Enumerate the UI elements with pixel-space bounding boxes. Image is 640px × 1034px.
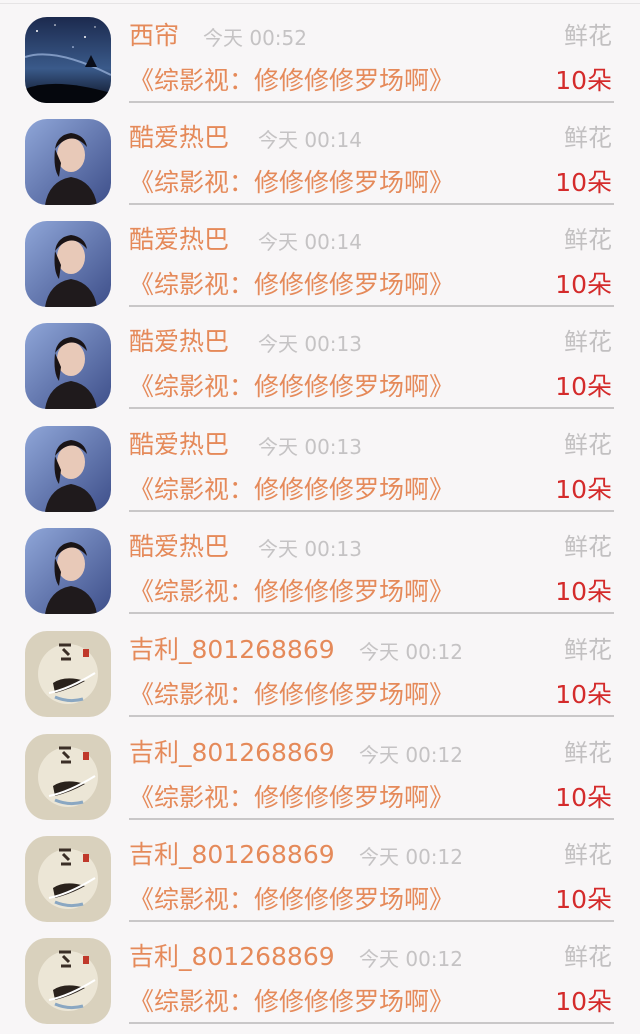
work-title[interactable]: 《综影视：修修修修罗场啊》 xyxy=(129,64,454,98)
work-title[interactable]: 《综影视：修修修修罗场啊》 xyxy=(129,268,454,302)
user-name[interactable]: 吉利_801268869 xyxy=(129,839,335,871)
timestamp: 今天 00:13 xyxy=(258,332,362,356)
work-title[interactable]: 《综影视：修修修修罗场啊》 xyxy=(129,473,454,507)
timestamp: 今天 00:12 xyxy=(359,640,463,664)
woman-portrait-avatar-icon xyxy=(25,528,111,614)
work-title[interactable]: 《综影视：修修修修罗场啊》 xyxy=(129,985,454,1019)
gift-type: 鲜花 xyxy=(564,841,612,869)
user-name[interactable]: 吉利_801268869 xyxy=(129,634,335,666)
gift-type: 鲜花 xyxy=(564,636,612,664)
avatar[interactable] xyxy=(25,528,111,614)
avatar[interactable] xyxy=(25,938,111,1024)
gift-count: 10朵 xyxy=(555,783,612,812)
user-name[interactable]: 吉利_801268869 xyxy=(129,737,335,769)
work-title[interactable]: 《综影视：修修修修罗场啊》 xyxy=(129,575,454,609)
avatar[interactable] xyxy=(25,323,111,409)
calligraphy-fan-avatar-icon xyxy=(25,631,111,717)
night-sky-avatar-icon xyxy=(25,17,111,103)
gift-type: 鲜花 xyxy=(564,739,612,767)
user-name[interactable]: 酷爱热巴 xyxy=(129,326,229,358)
calligraphy-fan-avatar-icon xyxy=(25,836,111,922)
timestamp: 今天 00:14 xyxy=(258,230,362,254)
user-name[interactable]: 酷爱热巴 xyxy=(129,224,229,256)
calligraphy-fan-avatar-icon xyxy=(25,938,111,1024)
user-name[interactable]: 西帘 xyxy=(129,20,179,52)
gift-count: 10朵 xyxy=(555,475,612,504)
avatar[interactable] xyxy=(25,631,111,717)
list-item[interactable]: 酷爱热巴 今天 00:13 鲜花 《综影视：修修修修罗场啊》 10朵 xyxy=(0,511,640,614)
gift-type: 鲜花 xyxy=(564,943,612,971)
woman-portrait-avatar-icon xyxy=(25,221,111,307)
timestamp: 今天 00:52 xyxy=(203,26,307,50)
woman-portrait-avatar-icon xyxy=(25,426,111,512)
gift-count: 10朵 xyxy=(555,987,612,1016)
list-item[interactable]: 酷爱热巴 今天 00:13 鲜花 《综影视：修修修修罗场啊》 10朵 xyxy=(0,409,640,512)
list-item[interactable]: 吉利_801268869 今天 00:12 鲜花 《综影视：修修修修罗场啊》 1… xyxy=(0,819,640,922)
gift-type: 鲜花 xyxy=(564,533,612,561)
avatar[interactable] xyxy=(25,221,111,307)
gift-count: 10朵 xyxy=(555,270,612,299)
list-item[interactable]: 吉利_801268869 今天 00:12 鲜花 《综影视：修修修修罗场啊》 1… xyxy=(0,717,640,820)
woman-portrait-avatar-icon xyxy=(25,323,111,409)
list-item[interactable]: 吉利_801268869 今天 00:12 鲜花 《综影视：修修修修罗场啊》 1… xyxy=(0,614,640,717)
work-title[interactable]: 《综影视：修修修修罗场啊》 xyxy=(129,781,454,815)
gift-type: 鲜花 xyxy=(564,22,612,50)
work-title[interactable]: 《综影视：修修修修罗场啊》 xyxy=(129,370,454,404)
timestamp: 今天 00:13 xyxy=(258,537,362,561)
gift-count: 10朵 xyxy=(555,680,612,709)
list-item[interactable]: 酷爱热巴 今天 00:14 鲜花 《综影视：修修修修罗场啊》 10朵 xyxy=(0,102,640,205)
avatar[interactable] xyxy=(25,119,111,205)
woman-portrait-avatar-icon xyxy=(25,119,111,205)
work-title[interactable]: 《综影视：修修修修罗场啊》 xyxy=(129,883,454,917)
avatar[interactable] xyxy=(25,734,111,820)
gift-count: 10朵 xyxy=(555,577,612,606)
list-item[interactable]: 酷爱热巴 今天 00:13 鲜花 《综影视：修修修修罗场啊》 10朵 xyxy=(0,306,640,409)
list-item[interactable]: 吉利_801268869 今天 00:12 鲜花 《综影视：修修修修罗场啊》 1… xyxy=(0,921,640,1024)
work-title[interactable]: 《综影视：修修修修罗场啊》 xyxy=(129,166,454,200)
user-name[interactable]: 酷爱热巴 xyxy=(129,531,229,563)
gift-count: 10朵 xyxy=(555,372,612,401)
gift-count: 10朵 xyxy=(555,885,612,914)
row-divider xyxy=(129,1022,614,1024)
gift-type: 鲜花 xyxy=(564,124,612,152)
timestamp: 今天 00:12 xyxy=(359,743,463,767)
timestamp: 今天 00:12 xyxy=(359,947,463,971)
calligraphy-fan-avatar-icon xyxy=(25,734,111,820)
avatar[interactable] xyxy=(25,17,111,103)
list-item[interactable]: 酷爱热巴 今天 00:14 鲜花 《综影视：修修修修罗场啊》 10朵 xyxy=(0,204,640,307)
work-title[interactable]: 《综影视：修修修修罗场啊》 xyxy=(129,678,454,712)
gift-type: 鲜花 xyxy=(564,226,612,254)
avatar[interactable] xyxy=(25,836,111,922)
gift-type: 鲜花 xyxy=(564,328,612,356)
timestamp: 今天 00:13 xyxy=(258,435,362,459)
avatar[interactable] xyxy=(25,426,111,512)
timestamp: 今天 00:12 xyxy=(359,845,463,869)
user-name[interactable]: 酷爱热巴 xyxy=(129,122,229,154)
list-item[interactable]: 西帘 今天 00:52 鲜花 《综影视：修修修修罗场啊》 10朵 xyxy=(0,0,640,103)
timestamp: 今天 00:14 xyxy=(258,128,362,152)
gift-count: 10朵 xyxy=(555,66,612,95)
gift-count: 10朵 xyxy=(555,168,612,197)
gift-type: 鲜花 xyxy=(564,431,612,459)
user-name[interactable]: 吉利_801268869 xyxy=(129,941,335,973)
user-name[interactable]: 酷爱热巴 xyxy=(129,429,229,461)
